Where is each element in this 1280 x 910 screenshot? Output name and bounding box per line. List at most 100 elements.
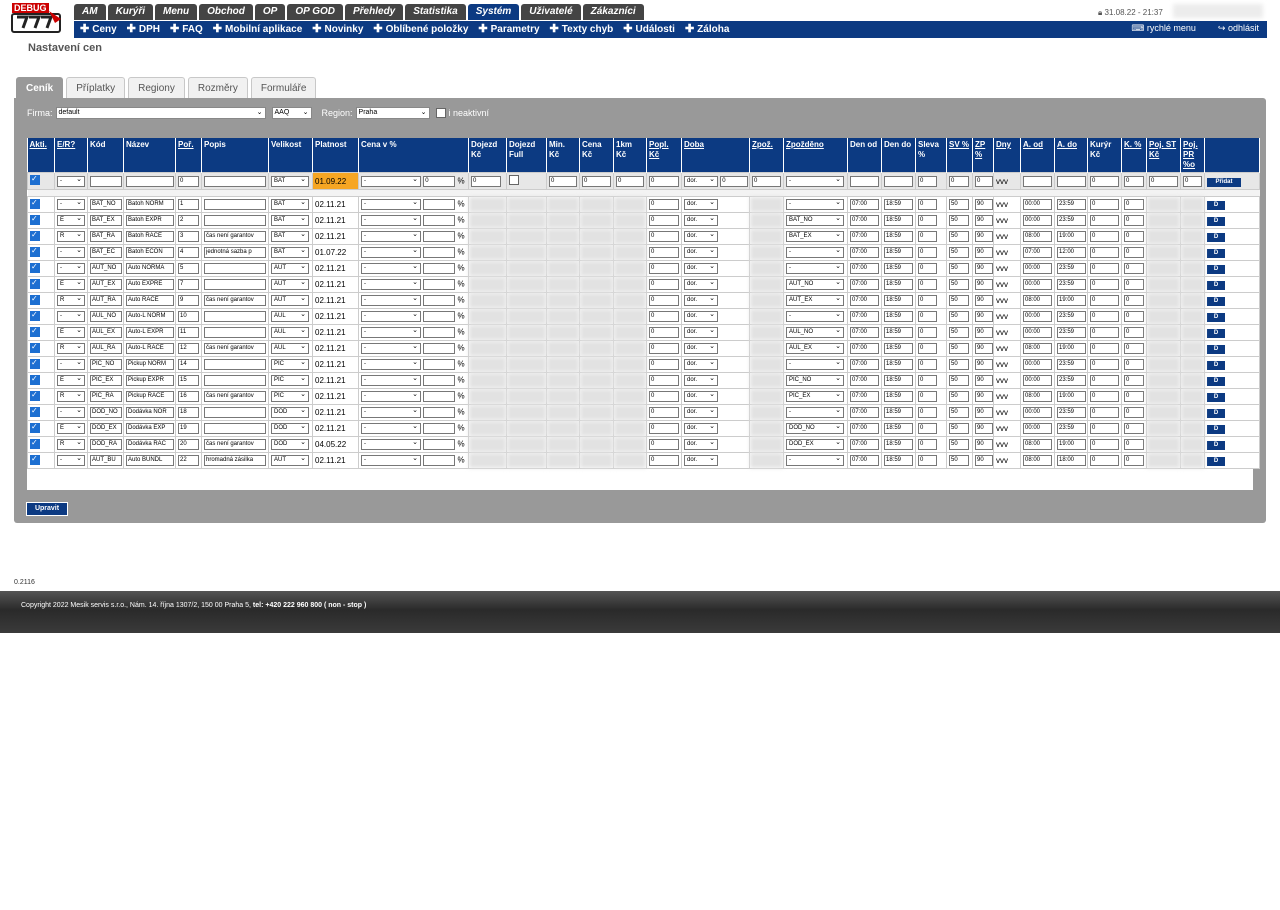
fee-input[interactable]: 0 xyxy=(649,359,679,370)
a-to-input[interactable]: 23:59 xyxy=(1057,263,1086,274)
validity-date[interactable]: 02.11.21 xyxy=(315,280,346,289)
day-from-input[interactable]: 07:00 xyxy=(850,295,879,306)
price-percent-input[interactable] xyxy=(423,215,456,226)
er-select[interactable]: - xyxy=(57,247,85,258)
fee-input[interactable]: 0 xyxy=(649,199,679,210)
price-select[interactable]: - xyxy=(361,279,421,290)
duration-select[interactable]: dor. xyxy=(684,199,718,210)
k-input[interactable]: 0 xyxy=(1124,455,1144,466)
size-select[interactable]: AUT xyxy=(271,455,309,466)
delete-button[interactable]: D xyxy=(1207,409,1225,418)
description-input[interactable]: čas není garantov xyxy=(204,343,266,354)
delayed-select[interactable]: BAT_EX xyxy=(786,231,844,242)
a-to-input[interactable]: 19:00 xyxy=(1057,295,1086,306)
delete-button[interactable]: D xyxy=(1207,281,1225,290)
delayed-select[interactable]: - xyxy=(786,247,844,258)
active-checkbox[interactable] xyxy=(30,174,40,185)
code-input[interactable]: AUT_NO xyxy=(90,263,122,274)
price-percent-input[interactable] xyxy=(423,423,456,434)
day-to-input[interactable]: 18:59 xyxy=(884,199,913,210)
a-from-input[interactable]: 00:00 xyxy=(1023,327,1052,338)
a-to-input[interactable]: 23:59 xyxy=(1057,311,1086,322)
delete-button[interactable]: D xyxy=(1207,361,1225,370)
submenu-item-7[interactable]: ✚ Texty chyb xyxy=(550,21,614,38)
column-header[interactable]: Dny xyxy=(993,138,1021,173)
column-header[interactable]: Zpož. xyxy=(749,138,784,173)
er-select[interactable]: R xyxy=(57,391,85,402)
days-label[interactable]: vvv xyxy=(996,296,1008,305)
fee-input[interactable]: 0 xyxy=(649,279,679,290)
submenu-item-3[interactable]: ✚ Mobilní aplikace xyxy=(213,21,302,38)
description-input[interactable] xyxy=(204,359,266,370)
description-input[interactable]: čas není garantov xyxy=(204,391,266,402)
k-input[interactable]: 0 xyxy=(1124,199,1144,210)
size-select[interactable]: DOD xyxy=(271,439,309,450)
delete-button[interactable]: D xyxy=(1207,457,1225,466)
price-select[interactable]: - xyxy=(361,295,421,306)
k-input[interactable]: 0 xyxy=(1124,175,1144,187)
price-percent-input[interactable] xyxy=(423,247,456,258)
price-select[interactable]: - xyxy=(361,263,421,274)
a-to-input[interactable] xyxy=(1057,175,1086,187)
active-checkbox[interactable] xyxy=(30,342,40,353)
order-input[interactable]: 1 xyxy=(178,199,199,210)
sv-input[interactable]: 50 xyxy=(949,327,969,338)
a-from-input[interactable]: 00:00 xyxy=(1023,359,1052,370)
day-to-input[interactable]: 18:59 xyxy=(884,455,913,466)
day-from-input[interactable]: 07:00 xyxy=(850,311,879,322)
name-input[interactable]: Batoh EXPR xyxy=(126,215,174,226)
a-to-input[interactable]: 23:59 xyxy=(1057,327,1086,338)
k-input[interactable]: 0 xyxy=(1124,375,1144,386)
price-percent-input[interactable] xyxy=(423,391,456,402)
day-from-input[interactable]: 07:00 xyxy=(850,375,879,386)
validity-date[interactable]: 04.05.22 xyxy=(315,440,346,449)
a-from-input[interactable]: 00:00 xyxy=(1023,423,1052,434)
er-select[interactable]: E xyxy=(57,215,85,226)
k-input[interactable]: 0 xyxy=(1124,391,1144,402)
min-input[interactable]: 0 xyxy=(549,175,577,187)
courier-input[interactable]: 0 xyxy=(1090,439,1119,450)
page-tab-3[interactable]: Rozměry xyxy=(187,77,248,98)
fee-input[interactable]: 0 xyxy=(649,311,679,322)
duration-select[interactable]: dor. xyxy=(684,279,718,290)
save-button[interactable]: Upravit xyxy=(26,502,68,516)
day-to-input[interactable]: 18:59 xyxy=(884,359,913,370)
tab-7[interactable]: Statistika xyxy=(405,4,466,20)
sv-input[interactable]: 50 xyxy=(949,359,969,370)
day-to-input[interactable] xyxy=(884,175,913,187)
order-input[interactable]: 7 xyxy=(178,279,199,290)
discount-input[interactable]: 0 xyxy=(918,391,937,402)
size-select[interactable]: AUT xyxy=(271,279,309,290)
active-checkbox[interactable] xyxy=(30,374,40,385)
price-percent-input[interactable] xyxy=(423,407,456,418)
a-from-input[interactable]: 08:00 xyxy=(1023,231,1052,242)
column-header[interactable]: Poř. xyxy=(175,138,202,173)
order-input[interactable]: 14 xyxy=(178,359,199,370)
days-label[interactable]: vvv xyxy=(996,200,1008,209)
zp-input[interactable]: 90 xyxy=(975,375,993,386)
column-header[interactable]: Akti. xyxy=(27,138,55,173)
fee-input[interactable]: 0 xyxy=(649,439,679,450)
submenu-item-8[interactable]: ✚ Události xyxy=(623,21,675,38)
days-label[interactable]: vvv xyxy=(996,177,1008,186)
price-select[interactable]: - xyxy=(361,231,421,242)
description-input[interactable] xyxy=(204,199,266,210)
size-select[interactable]: DOD xyxy=(271,407,309,418)
active-checkbox[interactable] xyxy=(30,438,40,449)
validity-date[interactable]: 02.11.21 xyxy=(315,376,346,385)
code-input[interactable]: PIC_EX xyxy=(90,375,122,386)
name-input[interactable] xyxy=(126,175,174,187)
zp-input[interactable]: 90 xyxy=(975,455,993,466)
price-select[interactable]: - xyxy=(361,199,421,210)
fee-input[interactable]: 0 xyxy=(649,295,679,306)
days-label[interactable]: vvv xyxy=(996,392,1008,401)
delayed-select[interactable]: PIC_NO xyxy=(786,375,844,386)
order-input[interactable]: 15 xyxy=(178,375,199,386)
delayed-select[interactable]: - xyxy=(786,407,844,418)
a-to-input[interactable]: 23:59 xyxy=(1057,215,1086,226)
zp-input[interactable]: 90 xyxy=(975,295,993,306)
duration-select[interactable]: dor. xyxy=(684,391,718,402)
duration-select[interactable]: dor. xyxy=(684,423,718,434)
tab-0[interactable]: AM xyxy=(74,4,106,20)
a-from-input[interactable]: 08:00 xyxy=(1023,439,1052,450)
